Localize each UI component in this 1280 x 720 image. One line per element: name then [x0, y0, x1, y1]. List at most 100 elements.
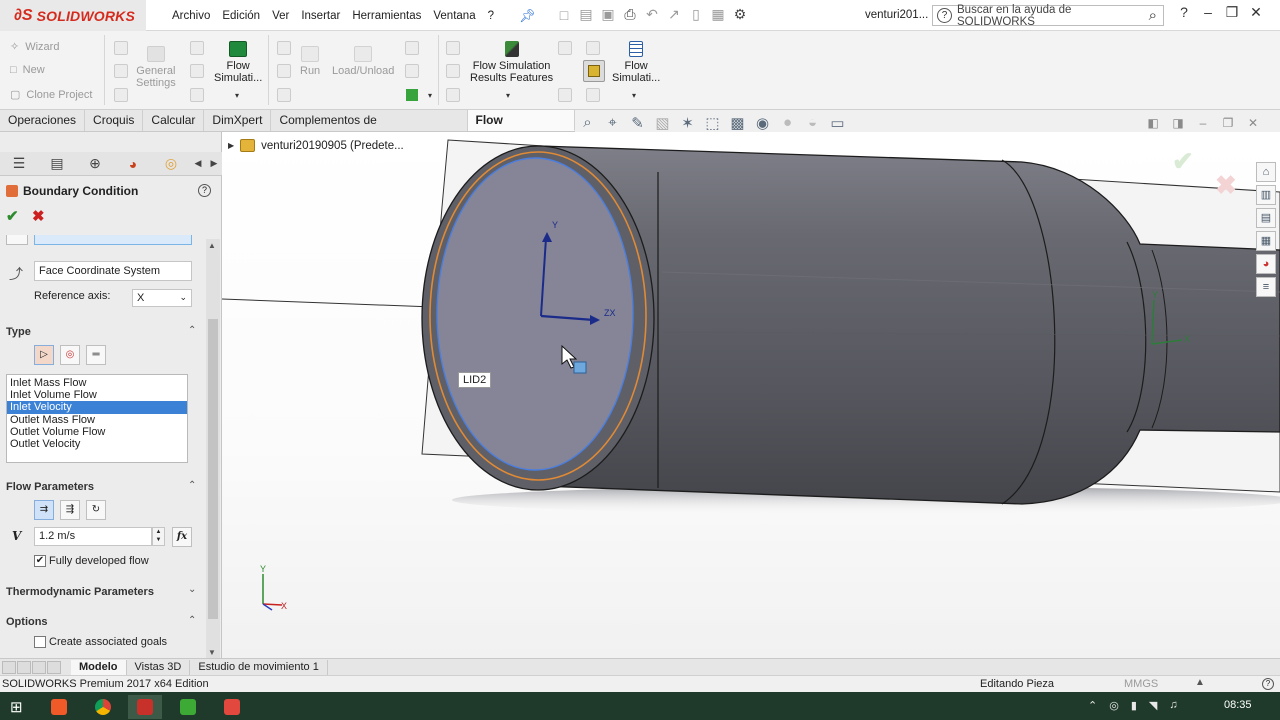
configuration-manager-icon[interactable]: ⊕: [76, 155, 114, 172]
design-library-icon[interactable]: ▥: [1256, 185, 1276, 205]
taskbar-chrome[interactable]: [86, 695, 120, 719]
zoom-to-fit-icon[interactable]: ⌕: [578, 114, 597, 132]
tab-flow-simulation[interactable]: Flow Simulation: [467, 110, 575, 148]
tab-complementos[interactable]: Complementos de SOLIDWORKS: [271, 110, 468, 148]
list-item[interactable]: Outlet Velocity: [7, 438, 187, 450]
tab-vistas-3d[interactable]: Vistas 3D: [127, 659, 191, 675]
hide-show-items-icon[interactable]: ◉: [753, 114, 772, 132]
taskbar-camtasia-red[interactable]: [215, 695, 249, 719]
doc-close-icon[interactable]: ✕: [1245, 116, 1261, 130]
venturi-model[interactable]: Y ZX Y X Y X: [222, 132, 1280, 658]
taskbar-camtasia-green[interactable]: [171, 695, 205, 719]
wifi-icon[interactable]: ◥: [1149, 699, 1157, 712]
help-search-box[interactable]: ? Buscar en la ayuda de SOLIDWORKS ⌕: [932, 4, 1164, 28]
windows-start-icon[interactable]: ⊞: [10, 698, 23, 716]
menu-ver[interactable]: Ver: [266, 10, 295, 22]
load-unload-button[interactable]: Load/Unload: [332, 46, 394, 77]
tab-operaciones[interactable]: Operaciones: [0, 110, 86, 131]
home-icon[interactable]: ⌂: [1256, 162, 1276, 182]
scroll-thumb[interactable]: [208, 319, 218, 619]
menu-edicion[interactable]: Edición: [216, 10, 266, 22]
collapse-chevron-icon[interactable]: ⌃: [188, 615, 196, 626]
property-manager-icon[interactable]: ▤: [38, 155, 76, 172]
tab-dimxpert[interactable]: DimXpert: [204, 110, 272, 131]
save-icon[interactable]: ▣: [598, 6, 618, 23]
expand-chevron-icon[interactable]: ⌄: [188, 584, 196, 595]
scroll-down-icon[interactable]: ▼: [208, 648, 216, 657]
apply-scene-icon[interactable]: ◒: [803, 114, 822, 132]
flow-simulation-button[interactable]: Flow Simulati...: [214, 41, 262, 84]
normal-to-face-button[interactable]: ⇉: [34, 500, 54, 520]
selected-faces-box[interactable]: [34, 235, 192, 245]
flow-analysis-tree-icon[interactable]: ◎: [152, 155, 190, 172]
menu-herramientas[interactable]: Herramientas: [346, 10, 427, 22]
doc-restore-icon[interactable]: ❐: [1220, 116, 1236, 130]
type-pressure-openings-button[interactable]: ◎: [60, 345, 80, 365]
options-gear-icon[interactable]: ⚙: [730, 6, 750, 23]
clone-project-button[interactable]: ▢ Clone Project: [10, 88, 92, 102]
type-flow-openings-button[interactable]: ▷: [34, 345, 54, 365]
view-settings-icon[interactable]: ▭: [828, 114, 847, 132]
collapse-chevron-icon[interactable]: ⌃: [188, 325, 196, 336]
general-settings-button[interactable]: General Settings: [136, 46, 176, 89]
taskbar-clock[interactable]: 08:35: [1224, 699, 1252, 711]
tab-motion-study[interactable]: Estudio de movimiento 1: [190, 659, 328, 675]
new-project-button[interactable]: □ New: [10, 64, 45, 76]
type-section-header[interactable]: Type: [6, 326, 31, 338]
flow-simulation-results-features-button[interactable]: Flow Simulation Results Features: [470, 41, 553, 84]
print-icon[interactable]: ⎙: [620, 6, 640, 23]
pm-scrollbar[interactable]: ▲ ▼: [206, 239, 220, 659]
open-icon[interactable]: ▤: [576, 6, 596, 23]
pm-help-icon[interactable]: ?: [198, 184, 211, 197]
list-item[interactable]: Outlet Mass Flow: [7, 414, 187, 426]
tab-calcular[interactable]: Calcular: [143, 110, 205, 131]
coordinate-system-field[interactable]: Face Coordinate System: [34, 261, 192, 281]
list-item-selected[interactable]: Inlet Velocity: [7, 401, 187, 414]
flow-parameters-section-header[interactable]: Flow Parameters: [6, 481, 94, 493]
view-palette-icon[interactable]: ▦: [1256, 231, 1276, 251]
options-section-header[interactable]: Options: [6, 616, 48, 628]
3d-vector-button[interactable]: ⇶: [60, 500, 80, 520]
wizard-button[interactable]: ✧ Wizard: [10, 40, 59, 54]
feature-manager-icon[interactable]: ☰: [0, 155, 38, 172]
chevron-down-icon[interactable]: ▾: [235, 91, 239, 100]
taskbar-solidworks[interactable]: [128, 695, 162, 719]
expand-arrow-icon[interactable]: ▶: [228, 141, 234, 150]
zoom-to-area-icon[interactable]: ⌖: [603, 114, 622, 132]
list-item[interactable]: Inlet Mass Flow: [7, 377, 187, 389]
pin-icon[interactable]: 📌︎: [519, 8, 536, 24]
menu-archivo[interactable]: Archivo: [166, 10, 216, 22]
last-tab-icon[interactable]: [47, 660, 61, 674]
solidworks-logo[interactable]: ∂S SOLIDWORKS: [0, 0, 146, 31]
tab-scroll-left-icon[interactable]: ◀: [190, 158, 206, 169]
active-tool-button[interactable]: [583, 60, 605, 82]
scroll-up-icon[interactable]: ▲: [208, 241, 216, 250]
fully-developed-checkbox[interactable]: ✔: [34, 555, 46, 567]
tab-modelo[interactable]: Modelo: [71, 659, 127, 675]
volume-icon[interactable]: ♫: [1169, 699, 1177, 712]
list-item[interactable]: Inlet Volume Flow: [7, 389, 187, 401]
graphics-area[interactable]: Y ZX Y X Y X ▶ venturi20190905 (Predete.…: [222, 132, 1280, 658]
search-icon[interactable]: ⌕: [1149, 7, 1157, 24]
appearances-icon[interactable]: ◕: [1256, 254, 1276, 274]
doc-minimize-icon[interactable]: –: [1195, 116, 1211, 130]
velocity-input[interactable]: 1.2 m/s: [34, 527, 152, 546]
split-left-icon[interactable]: ◧: [1145, 116, 1161, 130]
function-button[interactable]: fx: [172, 527, 192, 547]
appearance-manager-icon[interactable]: ◕: [114, 156, 152, 172]
chart-icon[interactable]: [406, 89, 418, 101]
first-tab-icon[interactable]: [2, 660, 16, 674]
tab-scroll-right-icon[interactable]: ▶: [206, 158, 222, 169]
section-view-icon[interactable]: ▧: [653, 114, 672, 132]
type-wall-button[interactable]: ═: [86, 345, 106, 365]
new-doc-icon[interactable]: □: [554, 7, 574, 23]
list-item[interactable]: Outlet Volume Flow: [7, 426, 187, 438]
undo-icon[interactable]: ↶: [642, 6, 662, 23]
minimize-icon[interactable]: –: [1196, 4, 1220, 21]
previous-view-icon[interactable]: ✎: [628, 114, 647, 132]
network-globe-icon[interactable]: ◎: [1109, 699, 1119, 712]
close-icon[interactable]: ✕: [1244, 4, 1268, 21]
confirm-corner-cancel-icon[interactable]: ✖: [1215, 170, 1237, 201]
swirl-button[interactable]: ↻: [86, 500, 106, 520]
tray-overflow-icon[interactable]: ⌃: [1088, 699, 1097, 712]
